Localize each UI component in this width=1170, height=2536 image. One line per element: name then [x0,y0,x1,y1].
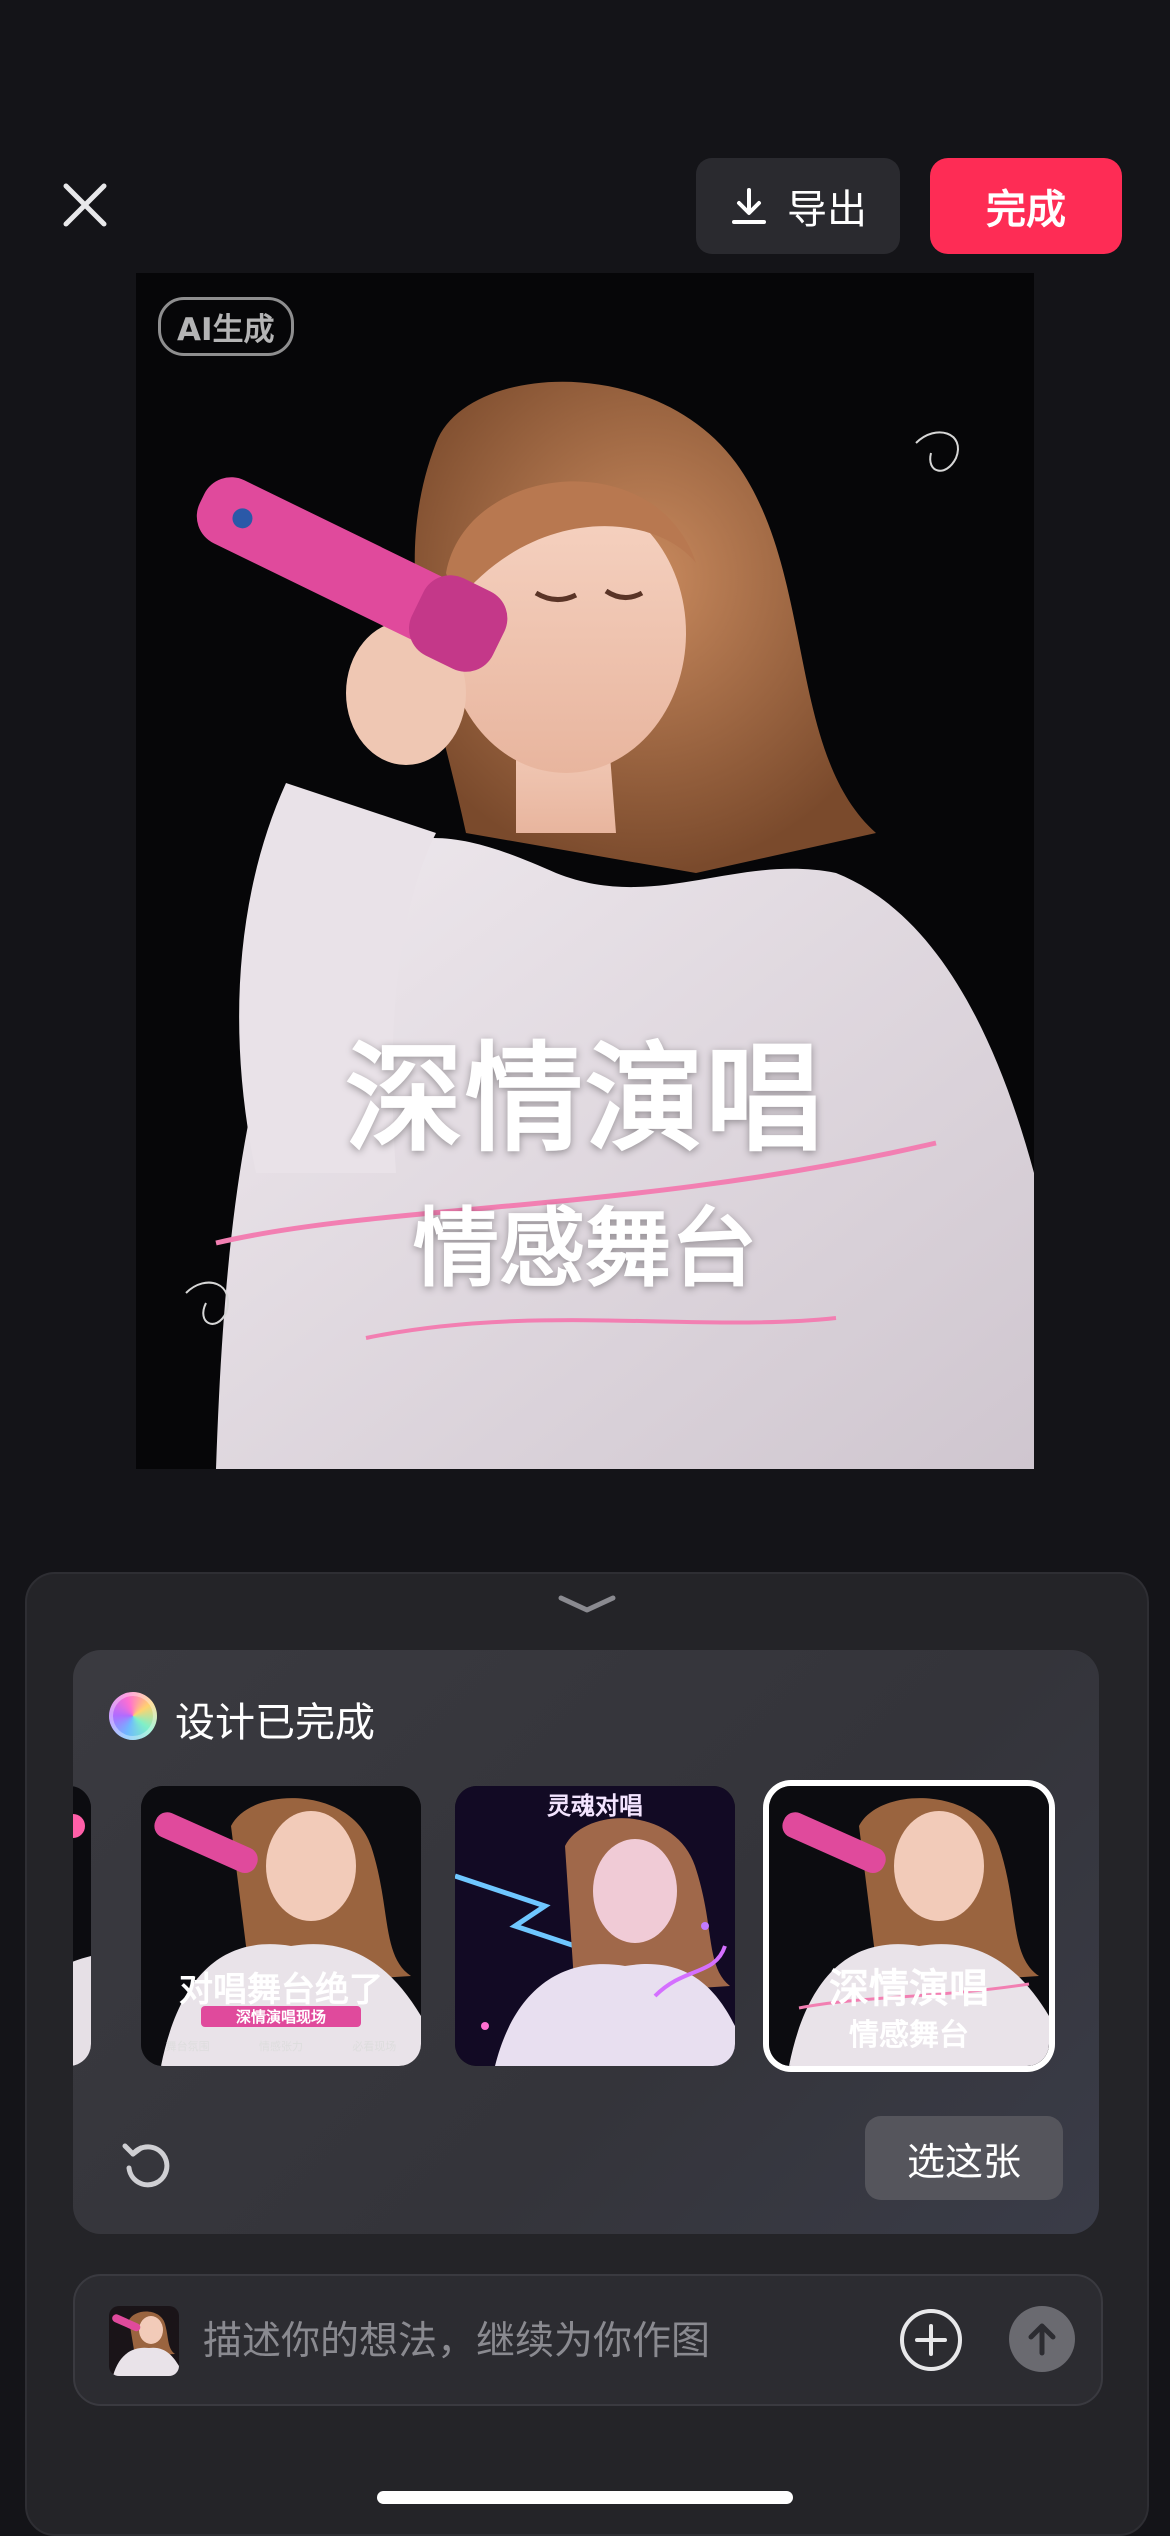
add-attachment-button[interactable] [897,2306,965,2374]
refresh-icon [122,2143,170,2188]
thumbnail-tag: 情感张力 [258,2040,303,2053]
thumbnail-title-line1: 深情演唱 [829,1965,989,2012]
thumbnail-option-1[interactable]: 对唱舞台绝了 深情演唱现场 舞台氛围 情感张力 必看现场 [141,1786,421,2066]
select-this-button[interactable]: 选这张 [865,2116,1063,2200]
thumbnail-option-0[interactable] [73,1786,91,2066]
thumbnail-title: 灵魂对唱 [547,1791,643,1820]
close-icon [63,183,107,227]
select-this-label: 选这张 [906,2139,1021,2184]
thumbnail-image [73,1786,91,2066]
thumbnail-option-3[interactable]: 深情演唱 情感舞台 [769,1786,1049,2066]
thumbnail-subtitle: 深情演唱现场 [201,2006,361,2027]
design-result-card: 设计已完成 对唱舞台绝了 深情演唱现场 舞台氛围 情感张力 必看现场 灵魂对唱 … [73,1650,1099,2234]
export-label: 导出 [787,187,867,233]
prompt-composer [73,2274,1103,2406]
ai-status-icon [109,1692,157,1740]
reference-image [109,2306,179,2376]
thumbnail-title: 对唱舞台绝了 [179,1970,383,2010]
thumbnail-tag: 必看现场 [352,2040,397,2053]
generated-image-preview: AI生成 深情演唱 情感舞台 [136,273,1034,1469]
status-text: 设计已完成 [175,1700,375,1746]
ai-generated-badge: AI生成 [158,297,294,356]
thumbnail-tag: 舞台氛围 [165,2040,210,2053]
prompt-input[interactable] [201,2304,765,2378]
design-bottom-sheet: 设计已完成 对唱舞台绝了 深情演唱现场 舞台氛围 情感张力 必看现场 灵魂对唱 … [25,1572,1149,2536]
close-button[interactable] [58,178,112,232]
send-button[interactable] [1009,2306,1075,2372]
export-button[interactable]: 导出 [696,158,900,254]
done-label: 完成 [986,187,1066,233]
done-button[interactable]: 完成 [930,158,1122,254]
plus-circle-icon [900,2309,962,2371]
chevron-down-icon [558,1595,616,1613]
collapse-handle[interactable] [555,1590,619,1620]
download-icon [732,188,766,224]
regenerate-button[interactable] [119,2136,175,2192]
thumbnail-option-2[interactable]: 灵魂对唱 [455,1786,735,2066]
image-title-line1: 深情演唱 [344,1029,825,1168]
home-indicator [377,2491,793,2504]
reference-image-thumbnail[interactable] [109,2306,179,2376]
arrow-up-icon [1028,2323,1056,2356]
thumbnail-image [455,1786,735,2066]
image-title-line2: 情感舞台 [413,1198,757,1299]
thumbnail-title-line2: 情感舞台 [849,2018,969,2053]
